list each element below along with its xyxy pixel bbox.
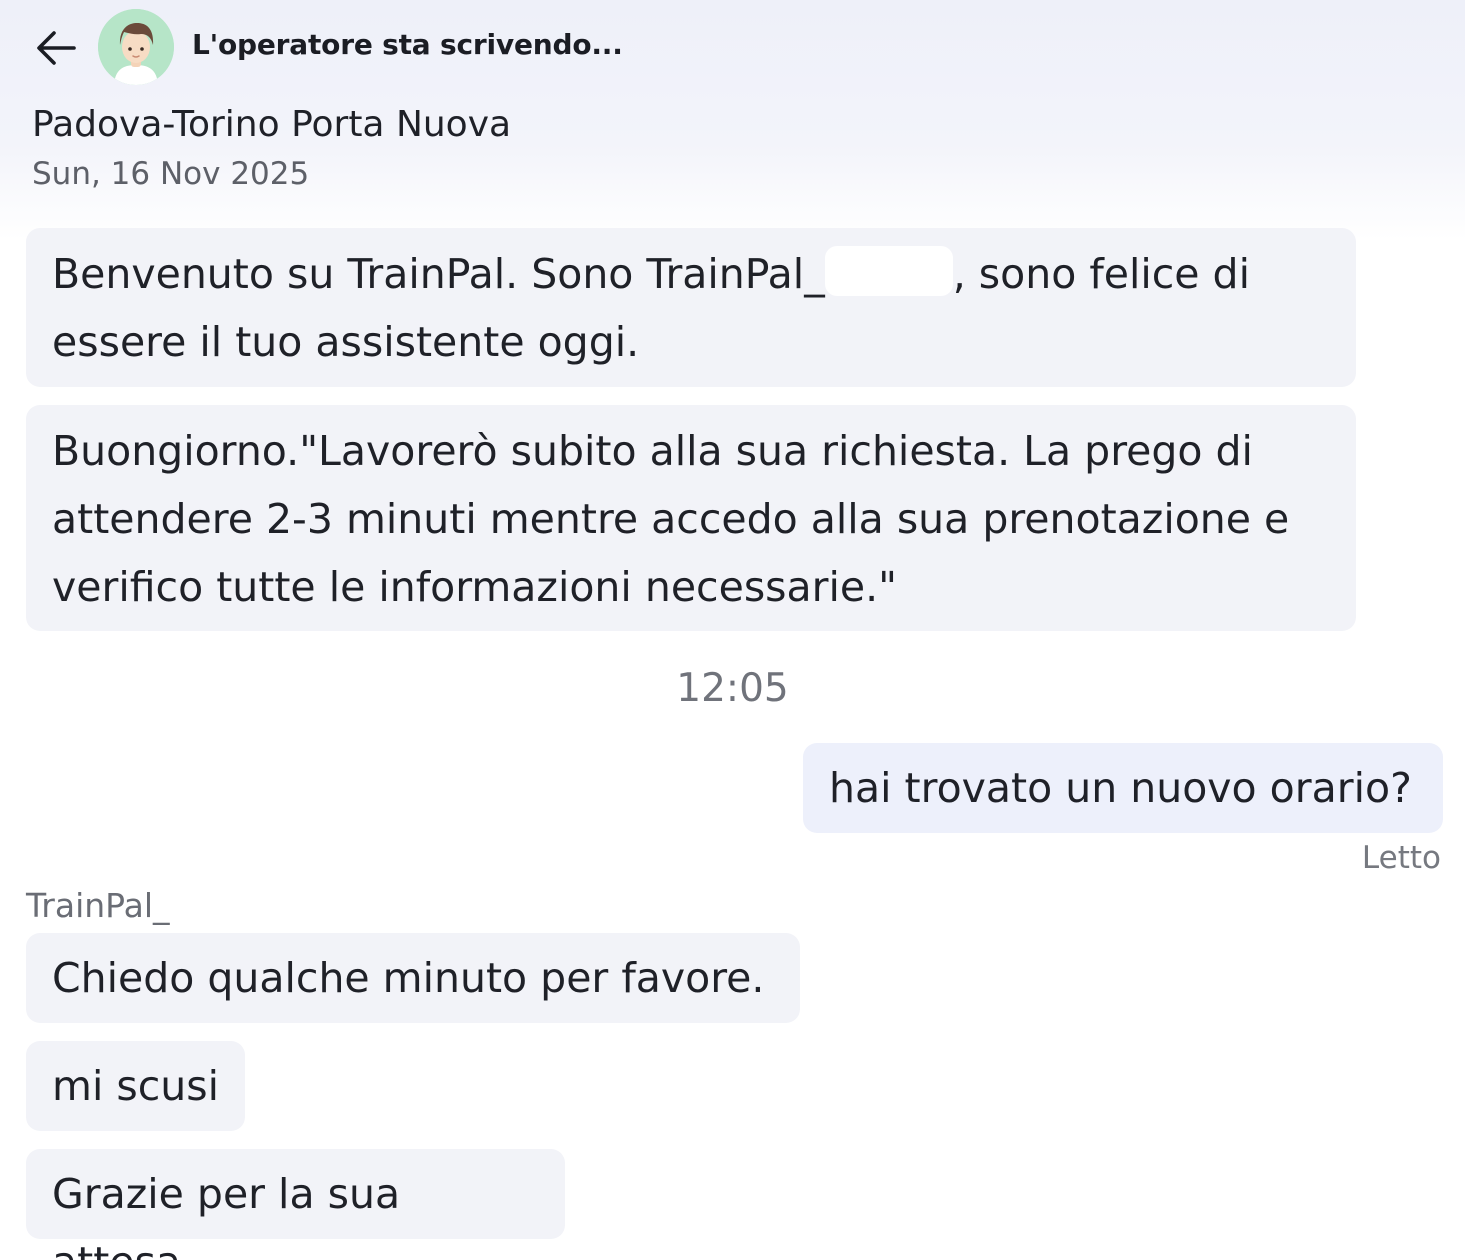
trip-date: Sun, 16 Nov 2025 (32, 156, 310, 192)
message-line: essere il tuo assistente oggi. (52, 318, 640, 366)
sender-name: TrainPal_ (26, 886, 170, 925)
message-timestamp: 12:05 (676, 666, 789, 711)
read-receipt: Letto (1361, 840, 1441, 876)
back-button[interactable] (30, 22, 82, 74)
message-text: Benvenuto su TrainPal. Sono TrainPal_ (52, 250, 825, 298)
route-title: Padova-Torino Porta Nuova (32, 104, 512, 145)
message-bubble-thanks[interactable]: Grazie per la sua attesa (26, 1149, 565, 1260)
typing-status: L'operatore sta scrivendo... (192, 28, 623, 61)
message-line: Buongiorno."Lavorerò subito alla sua ric… (52, 427, 1253, 475)
chat-screen: L'operatore sta scrivendo... Padova-Tori… (0, 0, 1465, 1260)
message-text: Grazie per la sua attesa (52, 1170, 401, 1260)
message-text: hai trovato un nuovo orario? (829, 764, 1412, 812)
message-bubble-user[interactable]: hai trovato un nuovo orario? (803, 743, 1443, 833)
message-bubble-greeting[interactable]: Buongiorno."Lavorerò subito alla sua ric… (26, 405, 1356, 631)
message-line: attendere 2-3 minuti mentre accedo alla … (52, 495, 1290, 543)
message-bubble-welcome[interactable]: Benvenuto su TrainPal. Sono TrainPal_ , s… (26, 228, 1356, 387)
redacted-name (824, 246, 953, 296)
message-line: Benvenuto su TrainPal. Sono TrainPal_ , s… (52, 240, 1330, 308)
message-text: Chiedo qualche minuto per favore. (52, 954, 765, 1002)
message-bubble-wait[interactable]: Chiedo qualche minuto per favore. (26, 933, 800, 1023)
arrow-left-icon (37, 31, 76, 65)
message-text: mi scusi (52, 1062, 220, 1110)
message-line: verifico tutte le informazioni necessari… (52, 563, 898, 611)
message-text: , sono felice di (952, 250, 1250, 298)
message-bubble-sorry[interactable]: mi scusi (26, 1041, 245, 1131)
person-icon (98, 9, 174, 85)
operator-avatar[interactable] (98, 9, 174, 85)
